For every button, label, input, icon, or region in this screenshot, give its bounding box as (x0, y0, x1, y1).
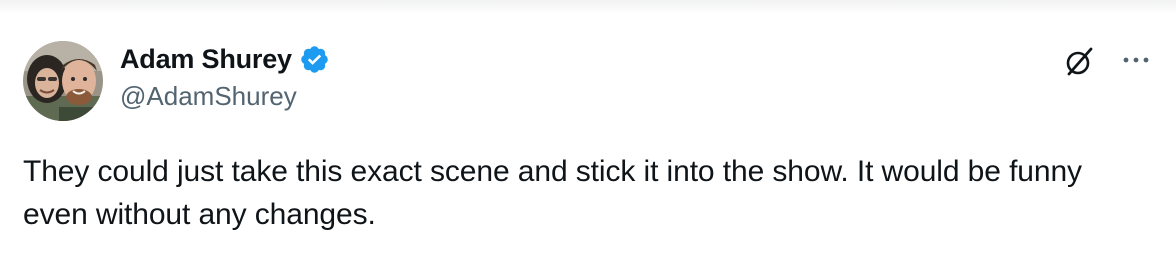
tweet-text: They could just take this exact scene an… (23, 155, 1082, 231)
verified-badge-icon[interactable] (299, 44, 330, 75)
author-handle[interactable]: @AdamShurey (120, 81, 330, 112)
more-icon[interactable] (1116, 50, 1156, 70)
avatar-photo (23, 41, 103, 121)
author-name[interactable]: Adam Shurey (120, 44, 292, 75)
name-row: Adam Shurey (120, 42, 330, 76)
grok-icon[interactable] (1063, 44, 1097, 78)
avatar[interactable] (23, 41, 103, 121)
top-divider-shadow (0, 0, 1176, 14)
tweet-header: Adam Shurey @AdamShurey (120, 42, 330, 112)
